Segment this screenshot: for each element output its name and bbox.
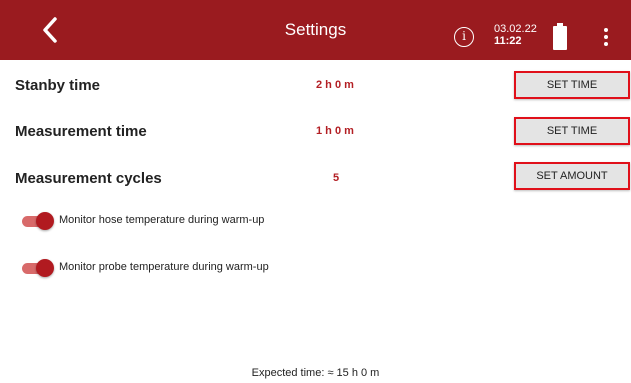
- standby-time-label: Stanby time: [15, 77, 101, 94]
- probe-temperature-toggle-knob[interactable]: [36, 259, 54, 277]
- time-text: 11:22: [494, 34, 522, 47]
- info-button[interactable]: i: [454, 27, 474, 47]
- measurement-time-value: 1 h 0 m: [316, 125, 354, 137]
- expected-time-text: Expected time: ≈ 15 h 0 m: [251, 367, 380, 379]
- info-icon: i: [462, 29, 466, 43]
- battery-full-icon: [553, 26, 567, 50]
- probe-temperature-toggle-label: Monitor probe temperature during warm-up: [59, 261, 269, 273]
- hose-temperature-toggle-label: Monitor hose temperature during warm-up: [59, 214, 265, 226]
- hose-temperature-toggle-knob[interactable]: [36, 212, 54, 230]
- overflow-menu-button[interactable]: [596, 25, 616, 49]
- date-time: 03.02.22 11:22: [494, 23, 537, 47]
- measurement-cycles-value: 5: [333, 172, 340, 184]
- kebab-menu-icon: [604, 28, 608, 32]
- back-button[interactable]: [30, 10, 70, 50]
- chevron-left-icon: [43, 17, 57, 43]
- measurement-set-amount-button[interactable]: SET AMOUNT: [514, 162, 630, 190]
- date-text: 03.02.22: [494, 23, 537, 35]
- measurement-time-label: Measurement time: [15, 123, 147, 140]
- measurement-set-time-button[interactable]: SET TIME: [514, 117, 630, 145]
- top-app-bar: Settings i 03.02.22 11:22: [0, 0, 631, 60]
- standby-set-time-button[interactable]: SET TIME: [514, 71, 630, 99]
- measurement-cycles-label: Measurement cycles: [15, 170, 162, 187]
- standby-time-value: 2 h 0 m: [316, 79, 354, 91]
